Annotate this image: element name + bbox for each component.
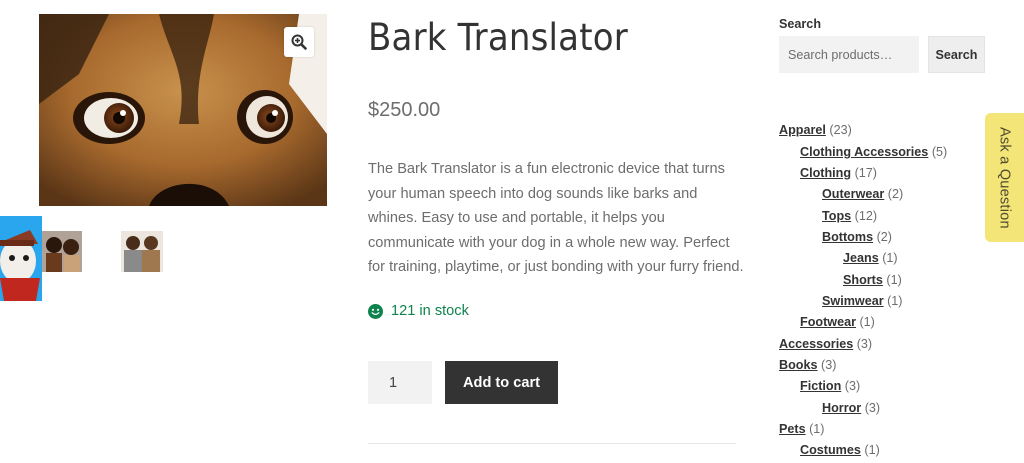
category-link[interactable]: Clothing Accessories <box>800 145 928 159</box>
category-link[interactable]: Footwear <box>800 315 856 329</box>
category-count: (3) <box>856 337 873 351</box>
stock-status: 121 in stock <box>368 303 469 319</box>
category-item: Bottoms (2) <box>822 230 892 244</box>
thumbnail-photo-3 <box>121 231 163 272</box>
category-count: (2) <box>876 230 892 244</box>
category-item: Outerwear (2) <box>822 187 903 201</box>
category-item: Jeans (1) <box>843 251 898 265</box>
category-count: (17) <box>854 166 877 180</box>
category-item: Swimwear (1) <box>822 294 903 308</box>
category-count: (12) <box>854 209 878 223</box>
category-item: Shorts (1) <box>843 273 902 287</box>
product-price: $250.00 <box>368 99 441 121</box>
category-item: Apparel (23) <box>779 123 852 137</box>
category-link[interactable]: Outerwear <box>822 187 884 201</box>
zoom-button[interactable] <box>284 27 314 57</box>
divider <box>368 443 736 444</box>
category-link[interactable]: Apparel <box>779 123 826 137</box>
category-link[interactable]: Clothing <box>800 166 851 180</box>
magnifier-plus-icon <box>291 34 307 50</box>
category-link[interactable]: Jeans <box>843 251 879 265</box>
product-description: The Bark Translator is a fun electronic … <box>368 161 744 276</box>
product-title: Bark Translator <box>368 16 628 59</box>
category-item: Tops (12) <box>822 209 877 223</box>
truncated-meta-row <box>368 456 478 463</box>
category-count: (3) <box>864 401 881 415</box>
category-item: Clothing (17) <box>800 166 877 180</box>
costume-dog-image <box>0 216 42 301</box>
ask-a-question-label: Ask a Question <box>996 126 1013 229</box>
category-item: Accessories (3) <box>779 337 872 351</box>
search-input[interactable] <box>779 36 919 73</box>
category-count: (1) <box>859 315 875 329</box>
quantity-input[interactable] <box>368 361 432 404</box>
gallery-thumbnail-2[interactable] <box>42 231 82 272</box>
category-count: (2) <box>887 187 904 201</box>
category-link[interactable]: Pets <box>779 422 806 436</box>
stock-text: 121 in stock <box>391 303 469 319</box>
category-item: Pets (1) <box>779 422 825 436</box>
thumbnail-photo-2 <box>42 231 82 272</box>
ask-a-question-tab[interactable]: Ask a Question <box>985 113 1024 242</box>
category-count: (3) <box>844 379 861 393</box>
category-item: Books (3) <box>779 358 836 372</box>
category-count: (5) <box>931 145 948 159</box>
category-link[interactable]: Shorts <box>843 273 883 287</box>
smile-icon <box>368 303 383 319</box>
category-count: (1) <box>886 273 902 287</box>
category-count: (1) <box>864 443 880 457</box>
category-item: Fiction (3) <box>800 379 860 393</box>
category-link[interactable]: Fiction <box>800 379 841 393</box>
category-count: (1) <box>882 251 898 265</box>
category-item: Footwear (1) <box>800 315 875 329</box>
gallery-thumbnail-costume-dog[interactable] <box>0 216 42 301</box>
category-link[interactable]: Bottoms <box>822 230 873 244</box>
category-link[interactable]: Accessories <box>779 337 853 351</box>
category-count: (1) <box>887 294 903 308</box>
category-link[interactable]: Horror <box>822 401 861 415</box>
category-item: Costumes (1) <box>800 443 880 457</box>
category-count: (1) <box>809 422 825 436</box>
category-link[interactable]: Swimwear <box>822 294 884 308</box>
add-to-cart-button[interactable]: Add to cart <box>445 361 558 404</box>
category-item: Clothing Accessories (5) <box>800 145 947 159</box>
category-link[interactable]: Books <box>779 358 818 372</box>
category-count: (23) <box>829 123 852 137</box>
gallery-thumbnail-3[interactable] <box>121 231 163 272</box>
category-link[interactable]: Tops <box>822 209 851 223</box>
category-count: (3) <box>821 358 837 372</box>
category-item: Horror (3) <box>822 401 880 415</box>
search-widget-heading: Search <box>779 17 822 31</box>
category-link[interactable]: Costumes <box>800 443 861 457</box>
search-button[interactable]: Search <box>928 36 985 73</box>
